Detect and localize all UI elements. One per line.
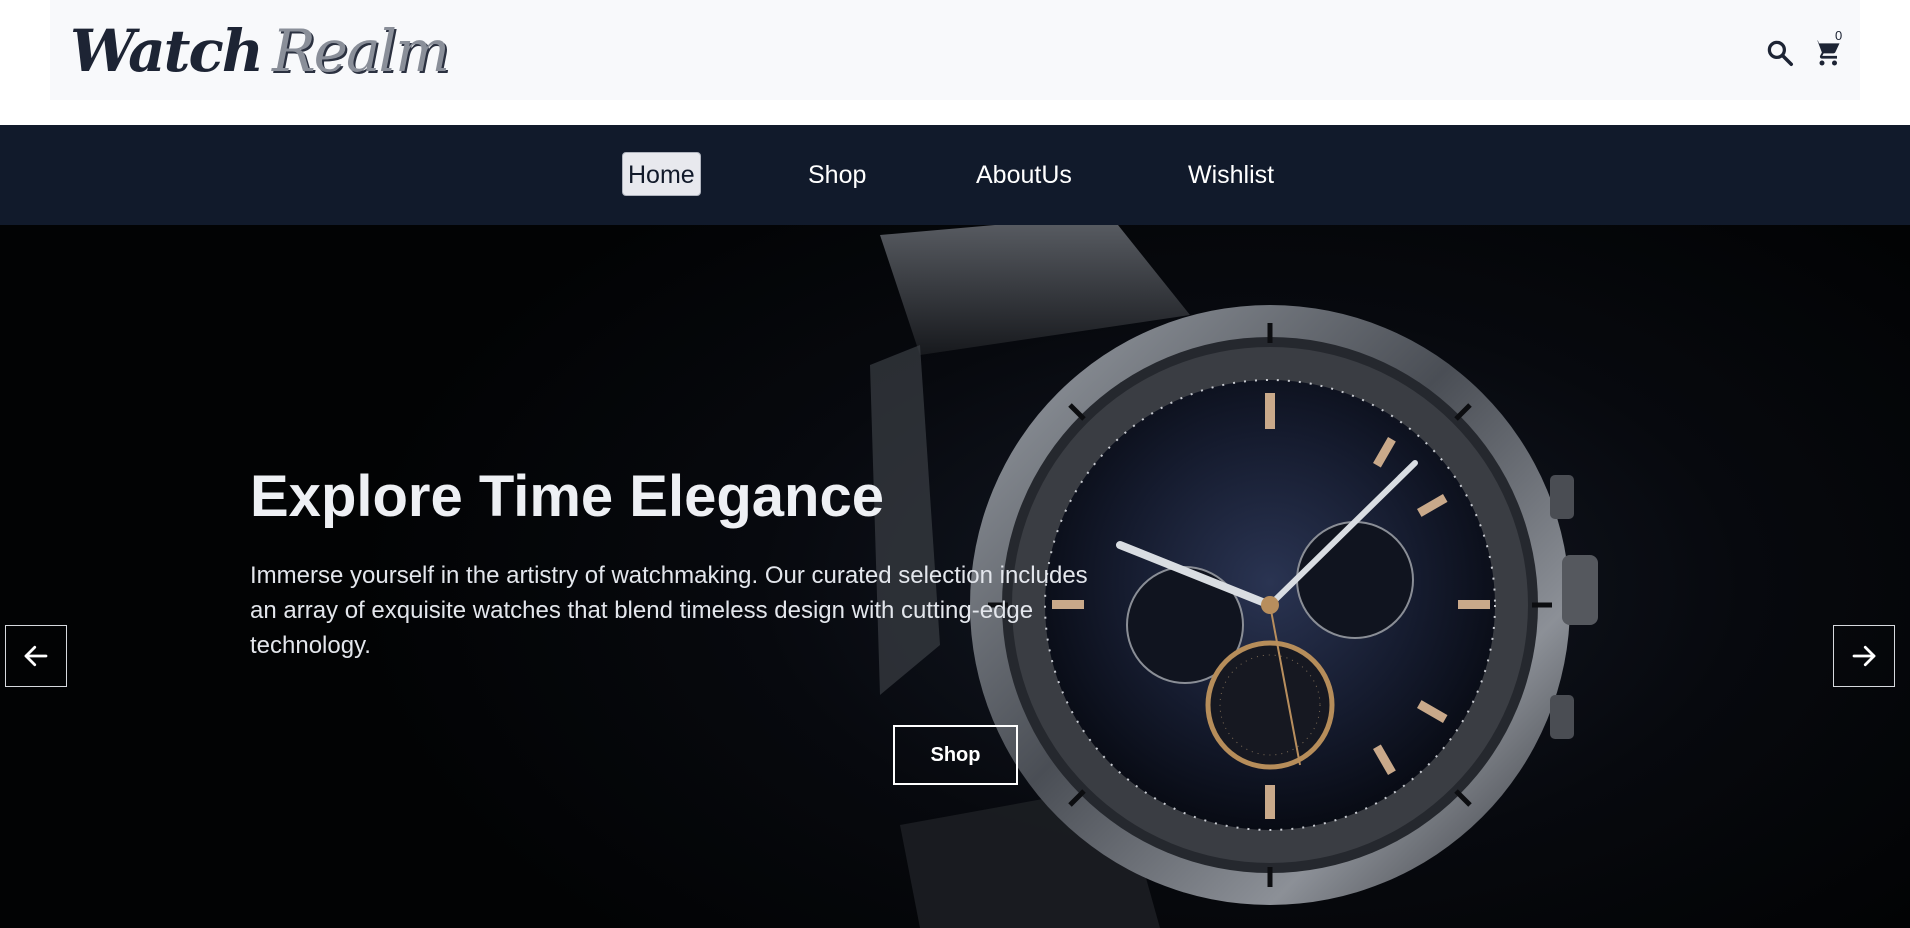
site-header: Watch Realm 0: [50, 0, 1860, 100]
main-nav: Home Shop AboutUs Wishlist: [0, 125, 1910, 225]
carousel-next-button[interactable]: [1833, 625, 1895, 687]
nav-item-wishlist[interactable]: Wishlist: [1188, 153, 1274, 197]
hero-description: Immerse yourself in the artistry of watc…: [250, 562, 1088, 659]
site-logo[interactable]: Watch Realm: [70, 6, 450, 96]
logo-word-watch: Watch: [70, 17, 264, 85]
nav-item-home[interactable]: Home: [622, 152, 701, 196]
arrow-left-icon: [24, 645, 48, 667]
nav-item-shop[interactable]: Shop: [808, 153, 866, 197]
hero-shop-button[interactable]: Shop: [893, 725, 1018, 785]
nav-item-aboutus[interactable]: AboutUs: [976, 153, 1072, 197]
logo-word-realm: Realm: [271, 17, 450, 85]
search-button[interactable]: [1765, 38, 1795, 68]
cart-count-badge: 0: [1835, 28, 1843, 43]
hero-carousel: Explore Time Elegance Immerse yourself i…: [0, 225, 1910, 928]
carousel-prev-button[interactable]: [5, 625, 67, 687]
hero-title: Explore Time Elegance: [250, 464, 884, 529]
arrow-right-icon: [1852, 645, 1876, 667]
search-icon: [1767, 40, 1793, 66]
